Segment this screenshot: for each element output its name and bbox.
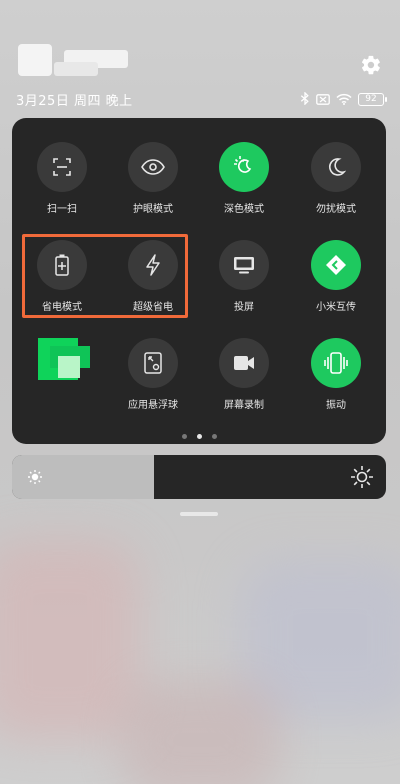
clock [18, 40, 138, 84]
screen-record-icon [234, 356, 254, 370]
eye-icon [141, 159, 165, 175]
mosaic-overlay [38, 338, 94, 382]
tile-label: 勿扰模式 [316, 204, 356, 215]
tile-label: 扫一扫 [47, 204, 77, 215]
tile-vibrate[interactable]: 振动 [296, 338, 376, 411]
tile-label: 屏幕录制 [224, 400, 264, 411]
brightness-low-icon [26, 468, 44, 490]
tile-do-not-disturb[interactable]: 勿扰模式 [296, 142, 376, 215]
tile-dark-mode[interactable]: 深色模式 [204, 142, 284, 215]
battery-level: 92 [365, 94, 377, 104]
tile-circle[interactable] [219, 338, 269, 388]
tile-mi-share[interactable]: 小米互传 [296, 240, 376, 313]
tile-screen-record[interactable]: 屏幕录制 [204, 338, 284, 411]
tile-circle[interactable] [219, 142, 269, 192]
background-blur [120, 680, 280, 784]
tile-circle[interactable] [37, 142, 87, 192]
tile-circle[interactable] [128, 338, 178, 388]
scan-icon [53, 158, 71, 176]
dark-mode-icon [234, 156, 252, 173]
tile-label: 投屏 [234, 302, 254, 313]
drag-handle[interactable] [180, 512, 218, 516]
gear-icon[interactable] [360, 54, 382, 76]
tile-circle[interactable] [311, 142, 361, 192]
tile-eye-care[interactable]: 护眼模式 [113, 142, 193, 215]
date-text: 3月25日 周四 晚上 [16, 94, 133, 109]
tile-label: 应用悬浮球 [128, 400, 178, 411]
tile-circle[interactable] [128, 142, 178, 192]
battery-indicator: 92 [358, 93, 387, 106]
tile-circle[interactable] [311, 338, 361, 388]
brightness-slider[interactable] [12, 455, 386, 499]
no-sim-icon [316, 90, 330, 109]
wifi-icon [336, 90, 352, 109]
tile-label: 振动 [326, 400, 346, 411]
tile-label: 小米互传 [316, 302, 356, 313]
tile-label: 护眼模式 [133, 204, 173, 215]
tile-scan[interactable]: 扫一扫 [22, 142, 102, 215]
floating-ball-icon [144, 352, 162, 374]
brightness-high-icon [350, 465, 374, 493]
page-indicator[interactable] [12, 434, 386, 439]
tile-circle[interactable] [219, 240, 269, 290]
page-dot[interactable] [211, 434, 217, 439]
vibrate-icon [324, 352, 348, 374]
tile-label: 深色模式 [224, 204, 264, 215]
screen-cast-icon [234, 257, 254, 274]
tile-floating-ball[interactable]: 应用悬浮球 [113, 338, 193, 411]
tile-circle[interactable] [311, 240, 361, 290]
status-bar-icons: 92 [300, 90, 387, 109]
page-dot-active[interactable] [196, 434, 202, 439]
highlight-box [22, 234, 188, 318]
bluetooth-icon [300, 90, 310, 109]
mi-share-icon [326, 255, 346, 275]
moon-icon [329, 158, 346, 176]
page-dot[interactable] [181, 434, 187, 439]
tile-screen-cast[interactable]: 投屏 [204, 240, 284, 313]
background-blur [0, 540, 140, 740]
